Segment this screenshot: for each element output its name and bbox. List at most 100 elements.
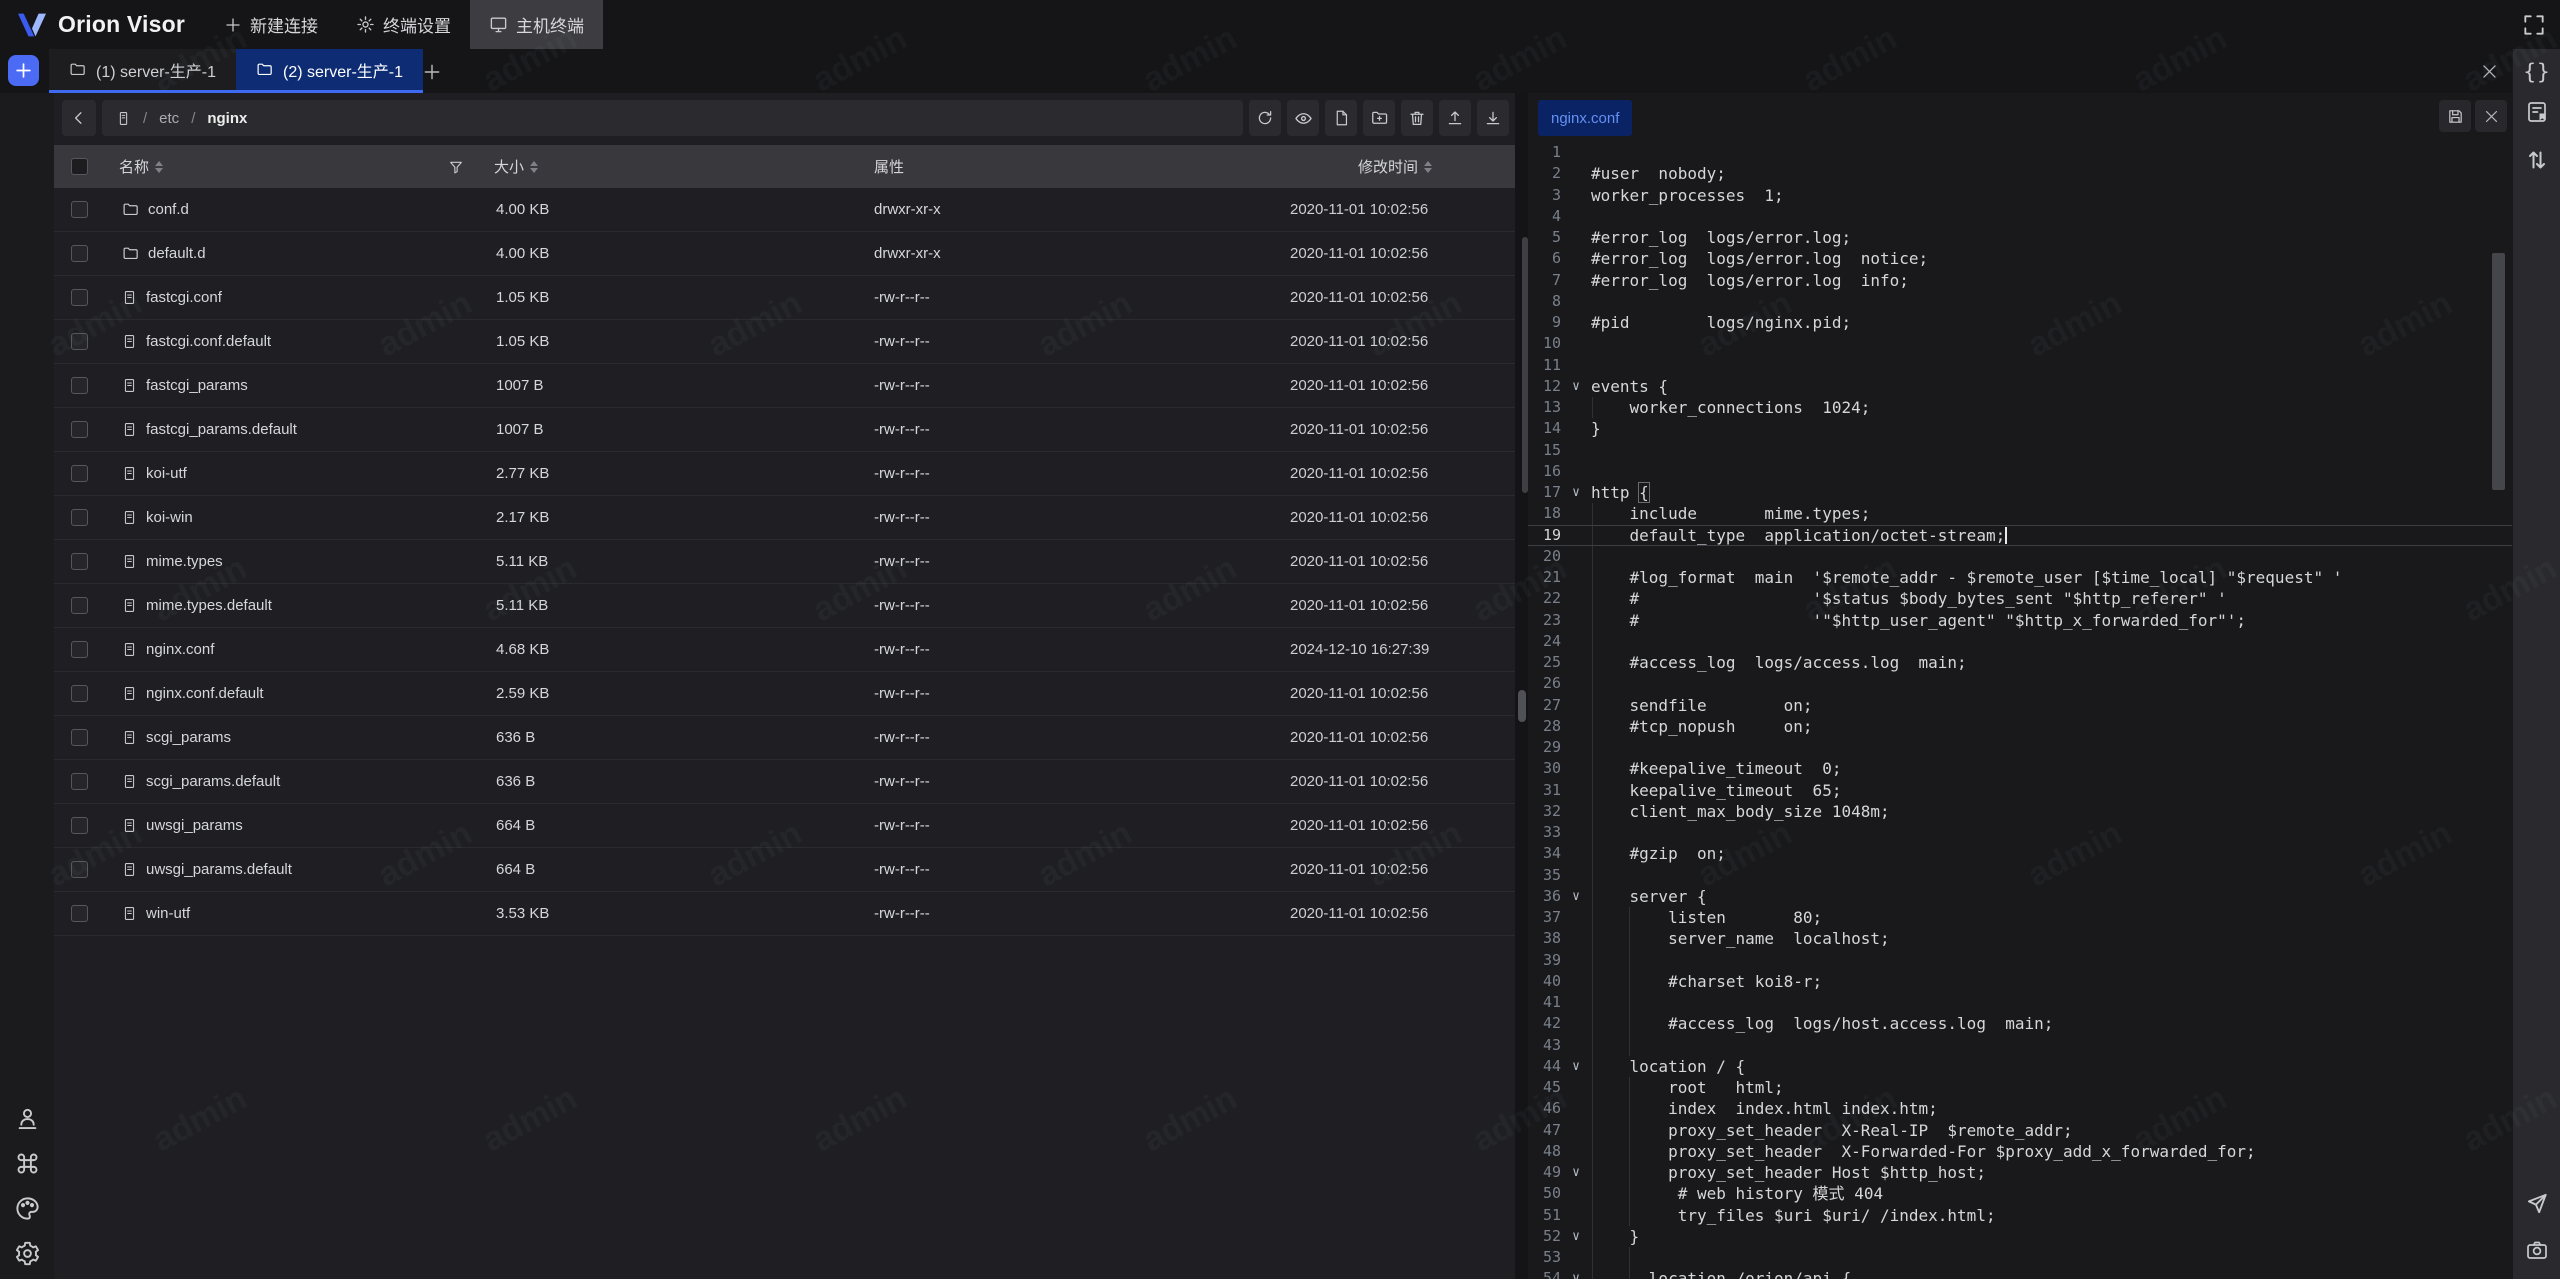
fold-chevron-icon[interactable] [1561, 695, 1591, 716]
code-line[interactable]: 16 [1528, 461, 2512, 482]
row-checkbox[interactable] [71, 421, 88, 438]
code-line[interactable]: 25 #access_log logs/access.log main; [1528, 652, 2512, 673]
code-line[interactable]: 43 [1528, 1035, 2512, 1056]
fold-chevron-icon[interactable] [1561, 1120, 1591, 1141]
code-line[interactable]: 1 [1528, 142, 2512, 163]
breadcrumb-segment[interactable]: etc [159, 110, 179, 127]
fold-chevron-icon[interactable] [1561, 1098, 1591, 1119]
code-line[interactable]: 53 [1528, 1247, 2512, 1268]
code-line[interactable]: 28 #tcp_nopush on; [1528, 716, 2512, 737]
fold-chevron-icon[interactable]: ∨ [1561, 482, 1591, 503]
sort-mtime-icon[interactable] [1424, 161, 1432, 173]
fold-chevron-icon[interactable] [1561, 418, 1591, 439]
code-line[interactable]: 33 [1528, 822, 2512, 843]
code-line[interactable]: 13 worker_connections 1024; [1528, 397, 2512, 418]
code-line[interactable]: 39 [1528, 950, 2512, 971]
filter-icon[interactable] [448, 159, 464, 175]
table-row[interactable]: nginx.conf.default 2.59 KB -rw-r--r-- 20… [54, 672, 1515, 716]
code-line[interactable]: 19 default_type application/octet-stream… [1528, 525, 2512, 546]
file-name[interactable]: win-utf [146, 905, 190, 922]
row-checkbox[interactable] [71, 817, 88, 834]
table-row[interactable]: fastcgi_params.default 1007 B -rw-r--r--… [54, 408, 1515, 452]
fold-chevron-icon[interactable] [1561, 206, 1591, 227]
file-name[interactable]: fastcgi.conf.default [146, 333, 271, 350]
code-line[interactable]: 27 sendfile on; [1528, 695, 2512, 716]
fold-chevron-icon[interactable] [1561, 716, 1591, 737]
code-line[interactable]: 26 [1528, 673, 2512, 694]
fold-chevron-icon[interactable] [1561, 1247, 1591, 1268]
delete-trash-button[interactable] [1401, 100, 1433, 136]
editor-scrollbar[interactable] [2492, 253, 2505, 490]
fold-chevron-icon[interactable] [1561, 673, 1591, 694]
file-name[interactable]: default.d [148, 245, 206, 262]
fold-chevron-icon[interactable] [1561, 588, 1591, 609]
fold-chevron-icon[interactable] [1561, 758, 1591, 779]
code-line[interactable]: 17 ∨ http { [1528, 482, 2512, 503]
code-line[interactable]: 18 include mime.types; [1528, 503, 2512, 524]
new-file-button[interactable] [1325, 100, 1357, 136]
tab-server-1[interactable]: (1) server-生产-1 [49, 49, 236, 93]
fold-chevron-icon[interactable]: ∨ [1561, 1056, 1591, 1077]
fold-chevron-icon[interactable] [1561, 737, 1591, 758]
fold-chevron-icon[interactable] [1561, 780, 1591, 801]
fold-chevron-icon[interactable] [1561, 1141, 1591, 1162]
file-name[interactable]: mime.types.default [146, 597, 272, 614]
code-line[interactable]: 41 [1528, 992, 2512, 1013]
fold-chevron-icon[interactable] [1561, 291, 1591, 312]
panel-divider[interactable] [1515, 93, 1528, 1279]
fold-chevron-icon[interactable] [1561, 907, 1591, 928]
fold-chevron-icon[interactable] [1561, 546, 1591, 567]
add-tab-button[interactable] [418, 58, 445, 85]
table-row[interactable]: fastcgi_params 1007 B -rw-r--r-- 2020-11… [54, 364, 1515, 408]
fold-chevron-icon[interactable] [1561, 227, 1591, 248]
code-line[interactable]: 40 #charset koi8-r; [1528, 971, 2512, 992]
code-line[interactable]: 8 [1528, 291, 2512, 312]
table-row[interactable]: default.d 4.00 KB drwxr-xr-x 2020-11-01 … [54, 232, 1515, 276]
row-checkbox[interactable] [71, 773, 88, 790]
resize-handle[interactable] [1518, 690, 1526, 722]
row-checkbox[interactable] [71, 201, 88, 218]
select-all-checkbox[interactable] [71, 158, 88, 175]
sort-name-icon[interactable] [155, 161, 163, 173]
row-checkbox[interactable] [71, 465, 88, 482]
screenshot-camera-icon[interactable] [2522, 1235, 2552, 1265]
fold-chevron-icon[interactable]: ∨ [1561, 376, 1591, 397]
row-checkbox[interactable] [71, 861, 88, 878]
fold-chevron-icon[interactable] [1561, 1183, 1591, 1204]
back-button[interactable] [62, 100, 96, 136]
code-line[interactable]: 5 #error_log logs/error.log; [1528, 227, 2512, 248]
fold-chevron-icon[interactable]: ∨ [1561, 1268, 1591, 1279]
download-button[interactable] [1477, 100, 1509, 136]
code-line[interactable]: 22 # '$status $body_bytes_sent "$http_re… [1528, 588, 2512, 609]
fold-chevron-icon[interactable] [1561, 928, 1591, 949]
fold-chevron-icon[interactable] [1561, 1077, 1591, 1098]
code-line[interactable]: 47 proxy_set_header X-Real-IP $remote_ad… [1528, 1120, 2512, 1141]
file-name[interactable]: koi-win [146, 509, 193, 526]
fold-chevron-icon[interactable]: ∨ [1561, 1226, 1591, 1247]
file-name[interactable]: koi-utf [146, 465, 187, 482]
row-checkbox[interactable] [71, 729, 88, 746]
command-icon[interactable] [14, 1150, 41, 1177]
code-line[interactable]: 12 ∨ events { [1528, 376, 2512, 397]
fold-chevron-icon[interactable]: ∨ [1561, 886, 1591, 907]
fold-chevron-icon[interactable] [1561, 652, 1591, 673]
code-line[interactable]: 37 listen 80; [1528, 907, 2512, 928]
menu-new-connection[interactable]: 新建连接 [205, 0, 337, 49]
close-editor-icon[interactable] [2475, 100, 2507, 132]
code-line[interactable]: 6 #error_log logs/error.log notice; [1528, 248, 2512, 269]
file-name[interactable]: fastcgi_params [146, 377, 248, 394]
fold-chevron-icon[interactable] [1561, 270, 1591, 291]
code-line[interactable]: 2 #user nobody; [1528, 163, 2512, 184]
code-line[interactable]: 36 ∨ server { [1528, 886, 2512, 907]
table-row[interactable]: nginx.conf 4.68 KB -rw-r--r-- 2024-12-10… [54, 628, 1515, 672]
row-checkbox[interactable] [71, 377, 88, 394]
fold-chevron-icon[interactable] [1561, 1013, 1591, 1034]
fold-chevron-icon[interactable] [1561, 333, 1591, 354]
file-name[interactable]: nginx.conf [146, 641, 214, 658]
code-line[interactable]: 29 [1528, 737, 2512, 758]
file-name[interactable]: scgi_params [146, 729, 231, 746]
table-row[interactable]: koi-utf 2.77 KB -rw-r--r-- 2020-11-01 10… [54, 452, 1515, 496]
fold-chevron-icon[interactable] [1561, 397, 1591, 418]
fold-chevron-icon[interactable] [1561, 503, 1591, 524]
code-line[interactable]: 46 index index.html index.htm; [1528, 1098, 2512, 1119]
